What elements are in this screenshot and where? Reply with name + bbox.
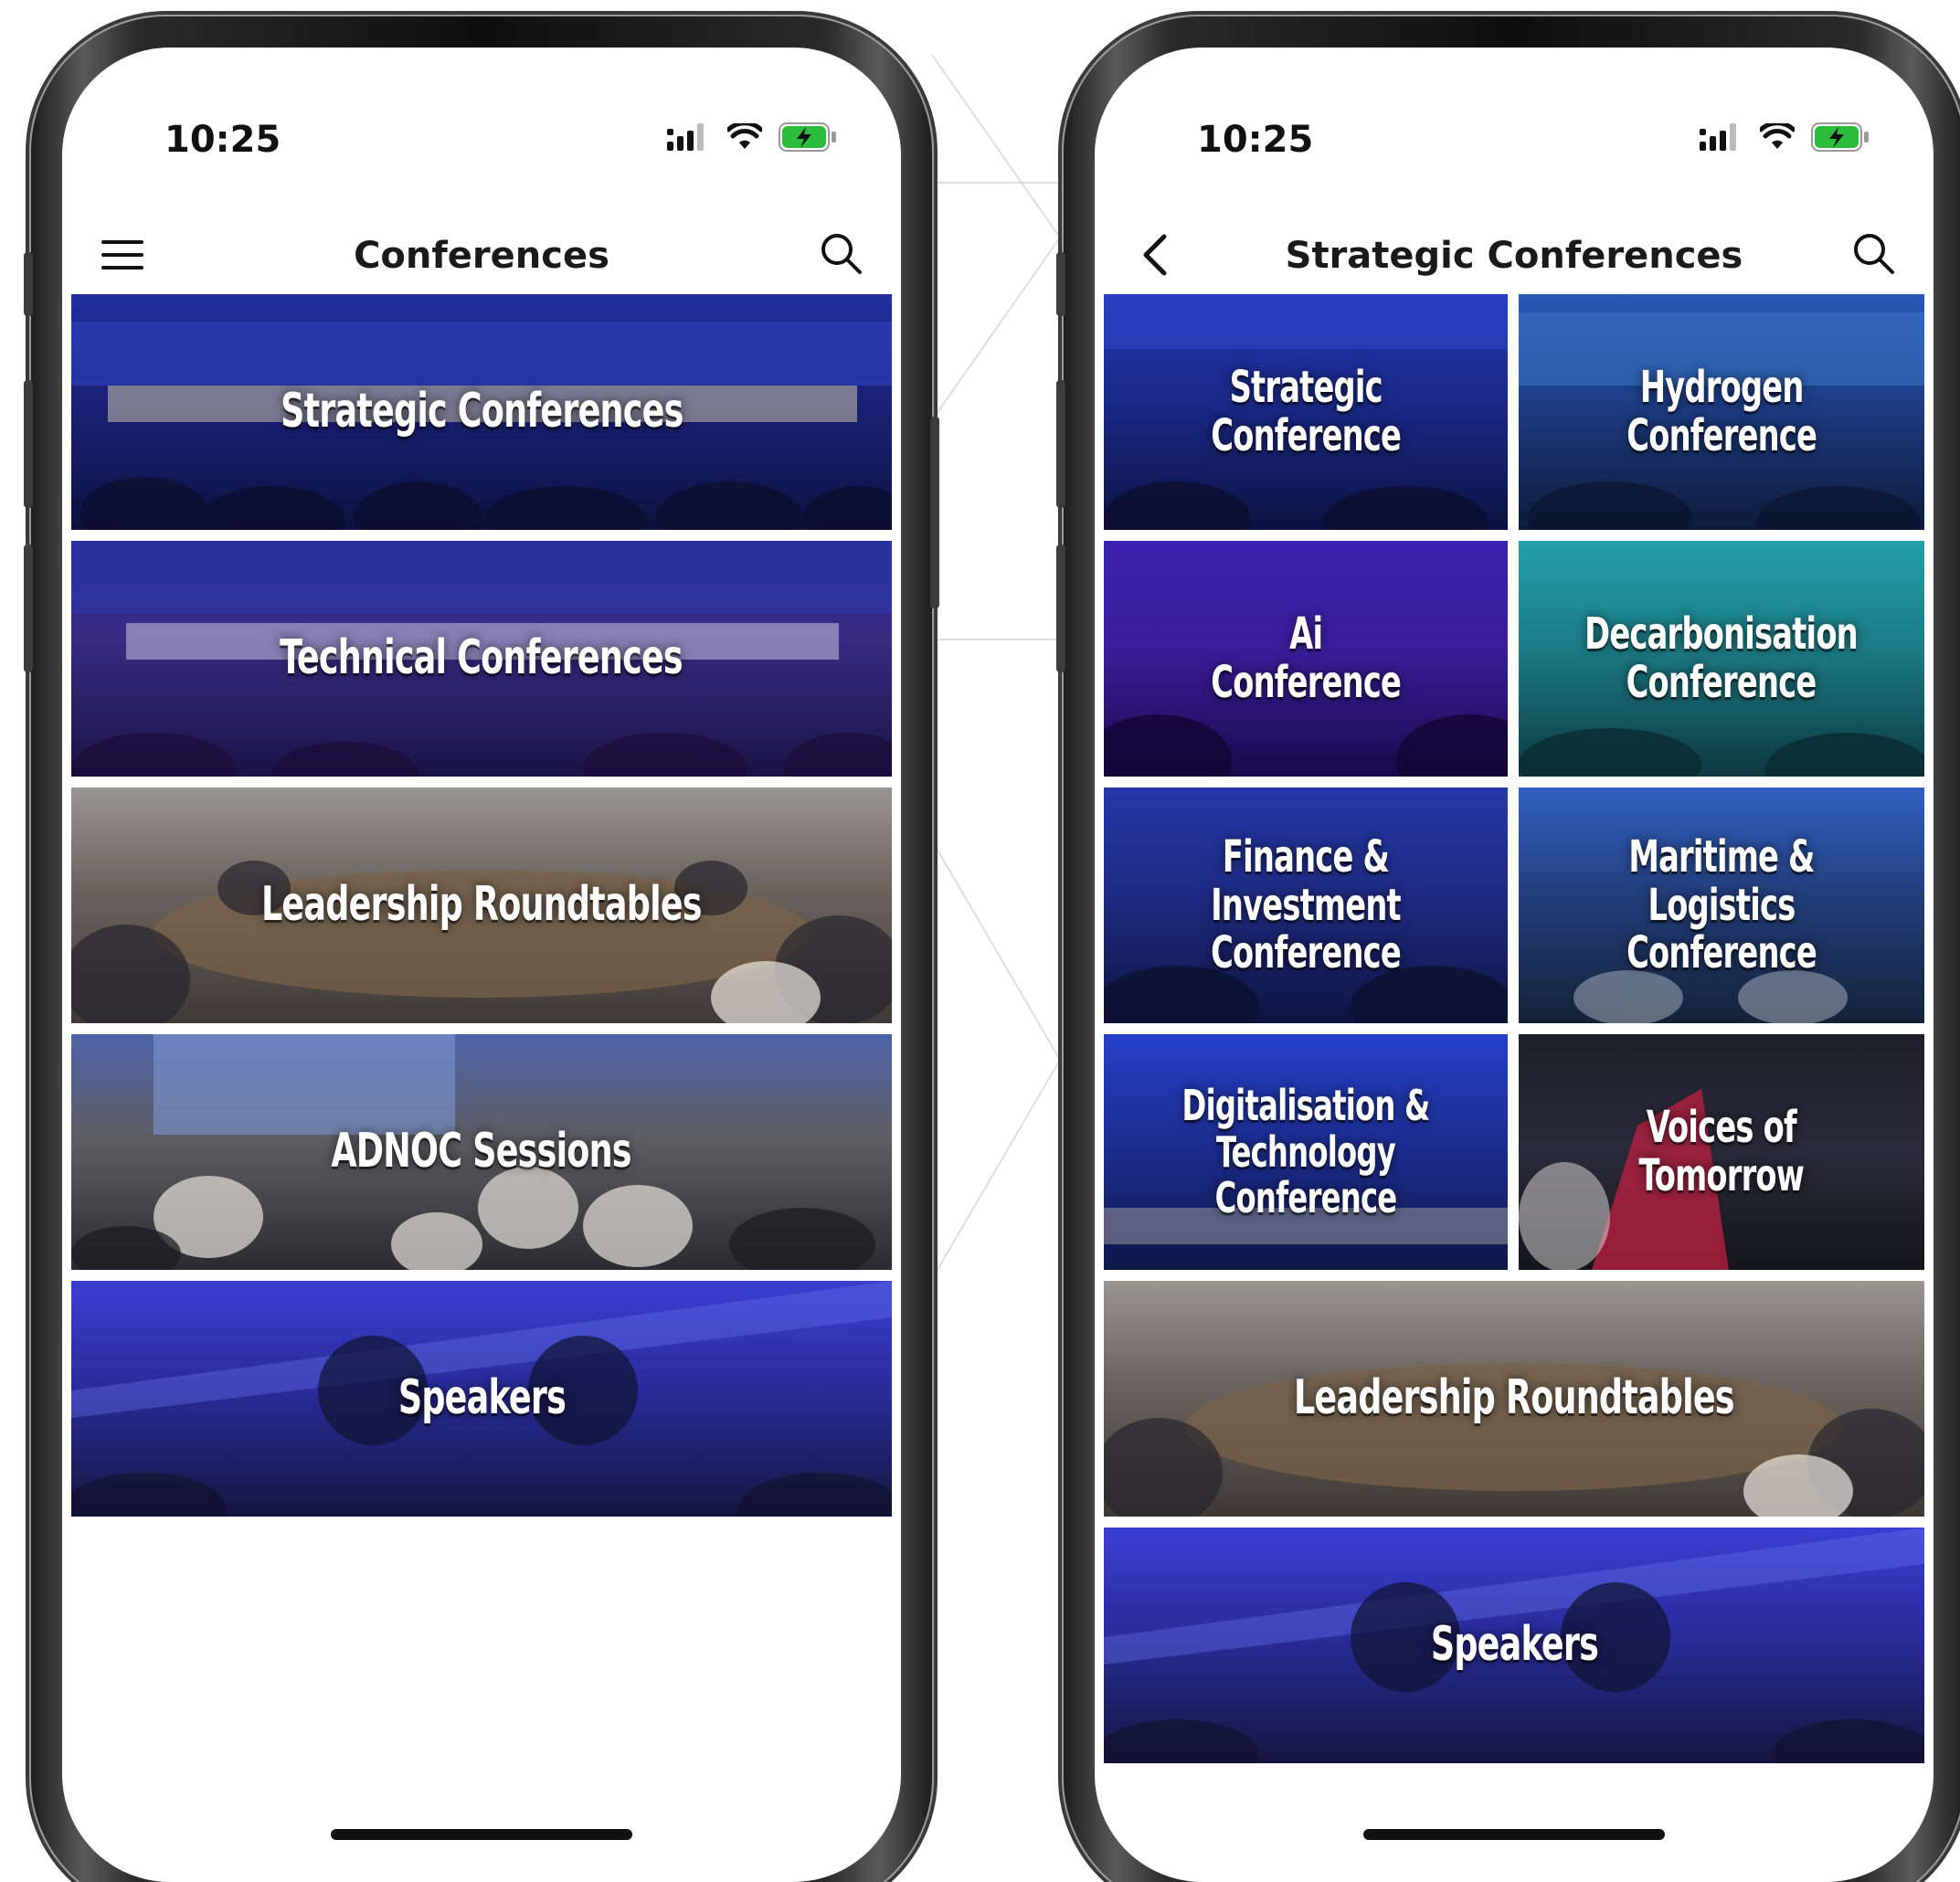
tile-label: Hydrogen Conference	[1626, 362, 1817, 461]
tile-speakers[interactable]: Speakers	[1104, 1528, 1924, 1763]
tile-label: Finance & Investment Conference	[1211, 830, 1402, 979]
tile-adnoc-sessions[interactable]: ADNOC Sessions	[71, 1034, 892, 1270]
tile-maritime-logistics-conference[interactable]: Maritime & Logistics Conference	[1519, 788, 1924, 1023]
tile-digitalisation-technology-conference[interactable]: Digitalisation & Technology Conference	[1104, 1034, 1508, 1270]
page-title: Conferences	[354, 235, 609, 277]
tile-label: Leadership Roundtables	[261, 877, 703, 933]
tile-label: Voices of Tomorrow	[1638, 1102, 1805, 1201]
tile-leadership-roundtables[interactable]: Leadership Roundtables	[1104, 1281, 1924, 1517]
home-indicator[interactable]	[1363, 1829, 1665, 1840]
volume-up-button	[24, 380, 33, 508]
tile-strategic-conference[interactable]: Strategic Conference	[1104, 294, 1508, 530]
page-title: Strategic Conferences	[1285, 235, 1743, 277]
tile-label: Speakers	[1430, 1617, 1598, 1673]
tile-label: Ai Conference	[1211, 608, 1402, 708]
tile-label: Decarbonisation Conference	[1584, 608, 1859, 708]
volume-up-button	[1056, 380, 1065, 508]
status-time: 10:25	[1197, 119, 1314, 161]
phone-frame-left: 10:25 Conferences Strategic Conferences …	[24, 15, 939, 1882]
tile-label: Digitalisation & Technology Conference	[1181, 1081, 1431, 1223]
tile-leadership-roundtables[interactable]: Leadership Roundtables	[71, 788, 892, 1023]
tile-technical-conferences[interactable]: Technical Conferences	[71, 541, 892, 777]
navigation-bar: Conferences	[62, 207, 901, 299]
tile-ai-conference[interactable]: Ai Conference	[1104, 541, 1508, 777]
mute-switch	[24, 252, 33, 316]
tile-decarbonisation-conference[interactable]: Decarbonisation Conference	[1519, 541, 1924, 777]
tile-label: Strategic Conference	[1211, 362, 1402, 461]
cellular-signal-icon	[667, 123, 704, 151]
tile-label: ADNOC Sessions	[331, 1124, 632, 1179]
battery-charging-icon	[779, 122, 836, 152]
tile-label: Leadership Roundtables	[1294, 1370, 1735, 1426]
tile-label: Maritime & Logistics Conference	[1626, 830, 1817, 979]
volume-down-button	[1056, 545, 1065, 672]
screen-strategic-conferences: 10:25 Strategic Conferences Strategic Co…	[1095, 48, 1934, 1882]
volume-down-button	[24, 545, 33, 672]
wifi-icon	[727, 123, 762, 149]
status-bar: 10:25	[1095, 48, 1934, 185]
tile-label: Technical Conferences	[280, 630, 683, 686]
search-icon[interactable]	[1846, 226, 1901, 280]
mute-switch	[1056, 252, 1065, 316]
cellular-signal-icon	[1700, 123, 1736, 151]
phone-frame-right: 10:25 Strategic Conferences Strategic Co…	[1056, 15, 1960, 1882]
battery-charging-icon	[1811, 122, 1869, 152]
wifi-icon	[1760, 123, 1795, 149]
home-indicator[interactable]	[331, 1829, 632, 1840]
navigation-bar: Strategic Conferences	[1095, 207, 1934, 299]
screen-conferences: 10:25 Conferences Strategic Conferences …	[62, 48, 901, 1882]
tile-speakers[interactable]: Speakers	[71, 1281, 892, 1517]
tile-strategic-conferences[interactable]: Strategic Conferences	[71, 294, 892, 530]
tile-finance-investment-conference[interactable]: Finance & Investment Conference	[1104, 788, 1508, 1023]
tile-hydrogen-conference[interactable]: Hydrogen Conference	[1519, 294, 1924, 530]
power-button	[930, 417, 939, 608]
tile-voices-of-tomorrow[interactable]: Voices of Tomorrow	[1519, 1034, 1924, 1270]
status-bar: 10:25	[62, 48, 901, 185]
tile-label: Speakers	[397, 1370, 566, 1426]
search-icon[interactable]	[813, 226, 868, 280]
tile-label: Strategic Conferences	[280, 384, 683, 439]
status-time: 10:25	[164, 119, 281, 161]
